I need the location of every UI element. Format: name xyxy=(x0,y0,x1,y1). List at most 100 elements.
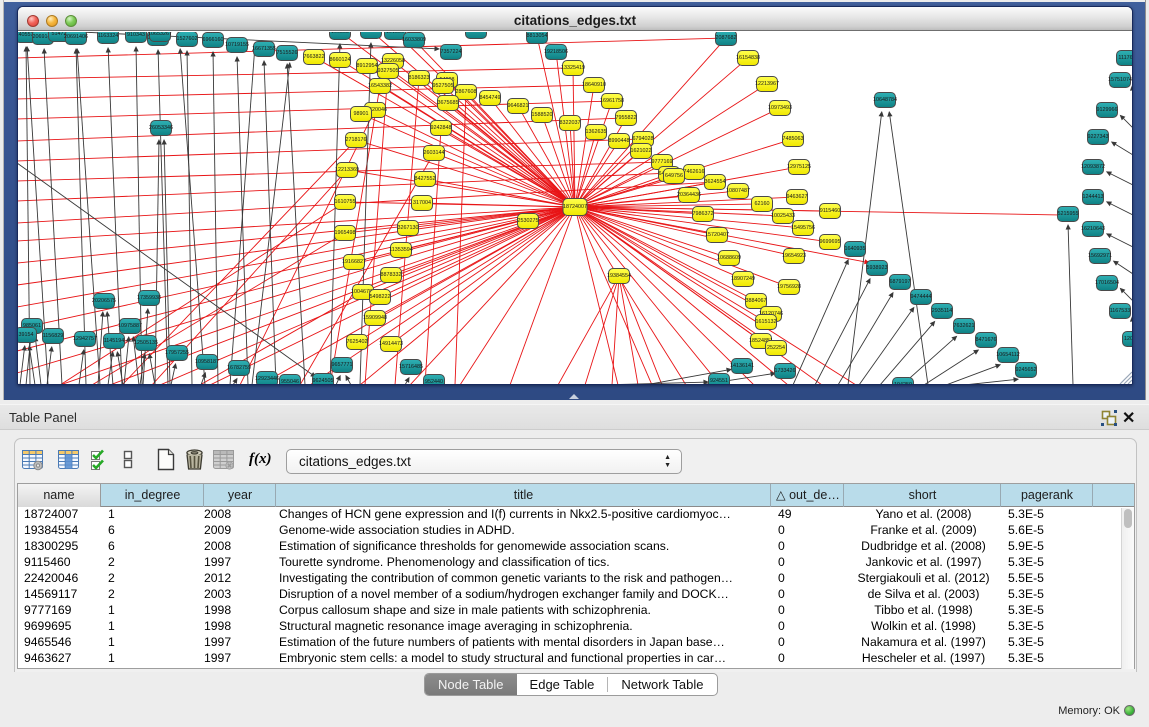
svg-text:19756928: 19756928 xyxy=(777,284,801,290)
svg-text:9777169: 9777169 xyxy=(652,159,673,165)
svg-text:1965498: 1965498 xyxy=(335,230,356,236)
svg-text:7515526: 7515526 xyxy=(277,50,298,56)
svg-text:1163324: 1163324 xyxy=(98,33,119,39)
svg-text:12213369: 12213369 xyxy=(335,167,359,173)
svg-text:15716485: 15716485 xyxy=(399,364,423,370)
svg-text:39154: 39154 xyxy=(19,332,34,338)
svg-text:16154838: 16154838 xyxy=(736,55,760,61)
svg-text:15495756: 15495756 xyxy=(791,225,815,231)
svg-text:7955822: 7955822 xyxy=(616,115,637,121)
svg-text:191356: 191356 xyxy=(386,32,404,35)
svg-text:7625402: 7625402 xyxy=(347,339,368,345)
svg-text:13325419: 13325419 xyxy=(561,65,585,71)
svg-text:955046: 955046 xyxy=(281,379,299,385)
svg-text:9115460: 9115460 xyxy=(820,208,841,214)
svg-text:1588520: 1588520 xyxy=(532,112,553,118)
svg-text:10025433: 10025433 xyxy=(771,213,795,219)
svg-text:8186323: 8186323 xyxy=(409,75,430,81)
svg-text:15720407: 15720407 xyxy=(705,232,729,238)
svg-text:8471676: 8471676 xyxy=(976,337,997,343)
svg-text:19218506: 19218506 xyxy=(544,49,568,55)
svg-text:17359938: 17359938 xyxy=(137,295,161,301)
svg-text:12505135: 12505135 xyxy=(134,340,158,346)
svg-text:12213967: 12213967 xyxy=(755,81,779,87)
svg-text:10807487: 10807487 xyxy=(726,188,750,194)
svg-text:16033809: 16033809 xyxy=(402,37,426,43)
svg-text:8322037: 8322037 xyxy=(560,120,581,126)
svg-text:9242848: 9242848 xyxy=(431,125,452,131)
svg-text:14914473: 14914473 xyxy=(379,341,403,347)
svg-text:9129966: 9129966 xyxy=(1097,107,1118,113)
svg-text:8878332: 8878332 xyxy=(381,272,402,278)
svg-text:6879197: 6879197 xyxy=(890,279,911,285)
svg-text:1244413: 1244413 xyxy=(1083,194,1104,200)
svg-text:111763: 111763 xyxy=(1118,55,1133,61)
svg-text:3624554: 3624554 xyxy=(705,179,726,185)
svg-text:2718176: 2718176 xyxy=(346,137,367,143)
svg-text:9245652: 9245652 xyxy=(1016,367,1037,373)
svg-text:20691406: 20691406 xyxy=(64,34,88,40)
svg-text:18640910: 18640910 xyxy=(582,82,606,88)
svg-text:2087682: 2087682 xyxy=(716,35,737,41)
svg-text:7485063: 7485063 xyxy=(783,136,804,142)
svg-text:18907249: 18907249 xyxy=(731,276,755,282)
svg-text:17957255: 17957255 xyxy=(165,350,189,356)
svg-text:1362635: 1362635 xyxy=(586,129,607,135)
svg-text:18724007: 18724007 xyxy=(563,204,587,210)
svg-text:1167533: 1167533 xyxy=(1110,308,1131,314)
svg-text:17016504: 17016504 xyxy=(1095,280,1119,286)
svg-text:16210643: 16210643 xyxy=(1081,226,1105,232)
svg-text:252254: 252254 xyxy=(767,345,785,351)
svg-text:317004: 317004 xyxy=(413,200,431,206)
svg-text:14136141: 14136141 xyxy=(730,363,754,369)
svg-text:9527505: 9527505 xyxy=(433,83,454,89)
svg-text:1640935: 1640935 xyxy=(845,246,866,252)
svg-text:2603144: 2603144 xyxy=(424,150,445,156)
svg-text:2530275: 2530275 xyxy=(518,218,539,224)
svg-text:1527602: 1527602 xyxy=(177,36,198,42)
svg-text:9227343: 9227343 xyxy=(1088,134,1109,140)
svg-text:16961758: 16961758 xyxy=(600,98,624,104)
svg-text:2935114: 2935114 xyxy=(932,308,953,314)
svg-text:8427552: 8427552 xyxy=(415,176,436,182)
svg-text:194250: 194250 xyxy=(894,382,912,385)
svg-text:8990448: 8990448 xyxy=(609,138,630,144)
svg-text:15692971: 15692971 xyxy=(1088,253,1112,259)
svg-text:9699695: 9699695 xyxy=(820,239,841,245)
svg-text:649756: 649756 xyxy=(665,173,683,179)
svg-text:9646821: 9646821 xyxy=(508,103,529,109)
svg-text:1615132: 1615132 xyxy=(756,319,777,325)
svg-text:16782759: 16782759 xyxy=(227,365,251,371)
svg-text:7986372: 7986372 xyxy=(693,211,714,217)
svg-text:10719155: 10719155 xyxy=(225,42,249,48)
svg-text:2867608: 2867608 xyxy=(456,89,477,95)
svg-text:3675685: 3675685 xyxy=(438,100,459,106)
svg-text:10654112: 10654112 xyxy=(996,352,1020,358)
svg-text:10973493: 10973493 xyxy=(768,105,792,111)
svg-text:12923446: 12923446 xyxy=(255,376,279,382)
svg-text:1156829: 1156829 xyxy=(43,333,64,339)
svg-text:1621022: 1621022 xyxy=(631,148,652,154)
svg-text:15909948: 15909948 xyxy=(363,315,387,321)
svg-text:7462616: 7462616 xyxy=(684,169,705,175)
svg-text:952440: 952440 xyxy=(425,379,443,385)
svg-text:8813054: 8813054 xyxy=(527,33,548,39)
svg-text:20364436: 20364436 xyxy=(677,192,701,198)
svg-text:15751074: 15751074 xyxy=(1108,77,1132,83)
svg-text:98901: 98901 xyxy=(354,111,369,117)
svg-text:1733426: 1733426 xyxy=(775,368,796,374)
svg-text:9327505: 9327505 xyxy=(378,68,399,74)
svg-text:9624505: 9624505 xyxy=(313,378,334,384)
svg-text:9463627: 9463627 xyxy=(787,194,808,200)
svg-text:5938923: 5938923 xyxy=(867,265,888,271)
svg-text:7663822: 7663822 xyxy=(304,54,325,60)
svg-text:120435: 120435 xyxy=(1124,336,1133,342)
svg-text:10653267: 10653267 xyxy=(148,32,172,37)
svg-text:924551: 924551 xyxy=(710,378,728,384)
svg-text:5498222: 5498222 xyxy=(370,294,391,300)
svg-text:12093872: 12093872 xyxy=(1081,164,1105,170)
svg-text:10648784: 10648784 xyxy=(873,97,897,103)
svg-text:19654923: 19654923 xyxy=(782,253,806,259)
svg-text:7357224: 7357224 xyxy=(441,49,462,55)
svg-text:9474444: 9474444 xyxy=(911,294,932,300)
